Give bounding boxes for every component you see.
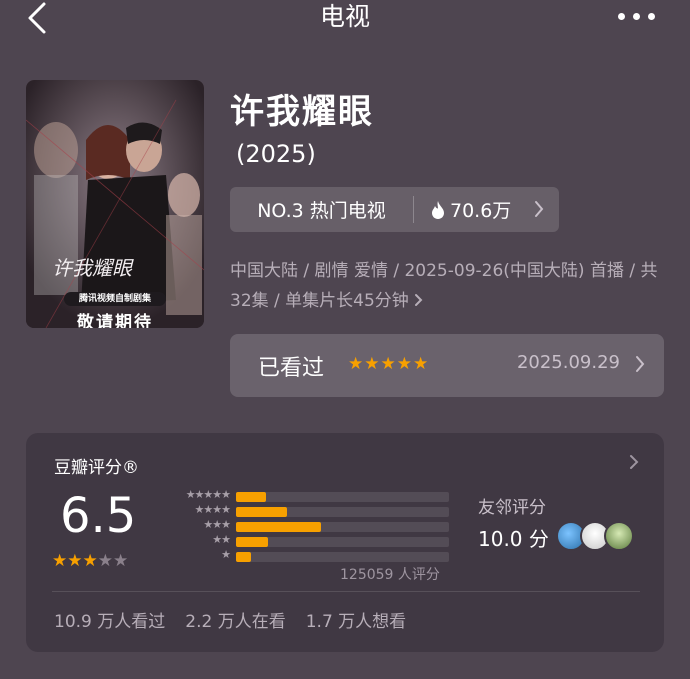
watched-count[interactable]: 10.9 万人看过 xyxy=(54,607,165,632)
heat-value: 70.6万 xyxy=(414,196,511,223)
rating-bar-row: ★★★★ xyxy=(164,503,454,518)
rating-bar-row: ★ xyxy=(164,548,454,563)
rating-level-stars: ★★★★ xyxy=(194,503,231,516)
show-meta-text: 中国大陆 / 剧情 爱情 / 2025-09-26(中国大陆) 首播 / 共32… xyxy=(230,261,658,311)
rating-bar-track xyxy=(236,492,449,502)
watching-count[interactable]: 2.2 万人在看 xyxy=(185,607,285,632)
star-empty-icon: ★ xyxy=(113,551,129,571)
rating-level-stars: ★ xyxy=(221,548,231,561)
star-filled-icon: ★ xyxy=(82,551,98,571)
rating-level-stars: ★★★ xyxy=(203,518,231,531)
chevron-right-icon xyxy=(636,356,645,372)
douban-score-stars: ★★★★★ xyxy=(52,551,128,571)
poster-tagline: 敬请期待 xyxy=(77,313,153,328)
star-filled-icon: ★ xyxy=(52,551,68,571)
rating-bar-fill xyxy=(236,492,266,502)
rating-bar-track xyxy=(236,552,449,562)
rating-bar-fill xyxy=(236,522,321,532)
rank-heat-button[interactable]: NO.3 热门电视 70.6万 xyxy=(230,187,559,232)
show-title: 许我耀眼 xyxy=(230,92,374,132)
page-title: 电视 xyxy=(319,2,370,31)
friends-rating-score: 10.0 分 xyxy=(478,527,549,551)
douban-rating-title: 豆瓣评分® xyxy=(54,458,139,478)
watched-date: 2025.09.29 xyxy=(516,352,620,373)
chevron-right-icon[interactable] xyxy=(628,453,640,471)
vote-count: 125059 人评分 xyxy=(340,567,440,583)
star-filled-icon: ★ xyxy=(67,551,83,571)
rating-bar-track xyxy=(236,507,449,517)
rating-bar-row: ★★★★★ xyxy=(164,488,454,503)
rating-level-stars: ★★★★★ xyxy=(185,488,231,501)
heat-text: 70.6万 xyxy=(450,200,512,222)
rating-bar-track xyxy=(236,537,449,547)
more-horizontal-icon xyxy=(618,12,625,20)
top-bar: 电视 xyxy=(0,0,690,40)
friends-rating-title: 友邻评分 xyxy=(478,498,546,518)
poster-art-figures xyxy=(26,80,204,328)
watched-status-button[interactable]: 已看过 ★★★★★ 2025.09.29 xyxy=(230,334,664,397)
chevron-right-icon xyxy=(415,294,423,306)
divider xyxy=(52,591,640,592)
avatar[interactable] xyxy=(604,521,634,551)
poster-caption: 腾讯视频自制剧集 xyxy=(64,292,166,306)
my-rating-stars: ★★★★★ xyxy=(348,354,430,374)
douban-score: 6.5 xyxy=(60,488,137,544)
watched-label: 已看过 xyxy=(258,356,325,381)
rating-bar-fill xyxy=(236,537,268,547)
rating-bar-fill xyxy=(236,552,251,562)
chevron-right-icon xyxy=(535,201,544,217)
watch-counts: 10.9 万人看过 2.2 万人在看 1.7 万人想看 xyxy=(54,607,406,632)
rating-level-stars: ★★ xyxy=(212,533,231,546)
star-empty-icon: ★ xyxy=(97,551,113,571)
rating-bar-track xyxy=(236,522,449,532)
fire-icon xyxy=(432,200,444,219)
rating-bar-fill xyxy=(236,507,287,517)
douban-rating-card[interactable]: 豆瓣评分® 6.5 ★★★★★ ★★★★★ ★★★★ ★★★ ★★ ★ 125059 人… xyxy=(26,433,664,652)
want-count[interactable]: 1.7 万人想看 xyxy=(306,607,406,632)
friend-avatars[interactable] xyxy=(556,521,634,551)
poster-image[interactable]: 许我耀眼 腾讯视频自制剧集 敬请期待 xyxy=(26,80,204,328)
rank-label: NO.3 热门电视 xyxy=(230,196,414,223)
show-year: (2025) xyxy=(236,140,316,168)
poster-title-art: 许我耀眼 xyxy=(52,256,132,280)
show-meta[interactable]: 中国大陆 / 剧情 爱情 / 2025-09-26(中国大陆) 首播 / 共32… xyxy=(230,256,660,316)
rating-bar-row: ★★★ xyxy=(164,518,454,533)
rating-bar-row: ★★ xyxy=(164,533,454,548)
more-button[interactable] xyxy=(618,6,662,26)
